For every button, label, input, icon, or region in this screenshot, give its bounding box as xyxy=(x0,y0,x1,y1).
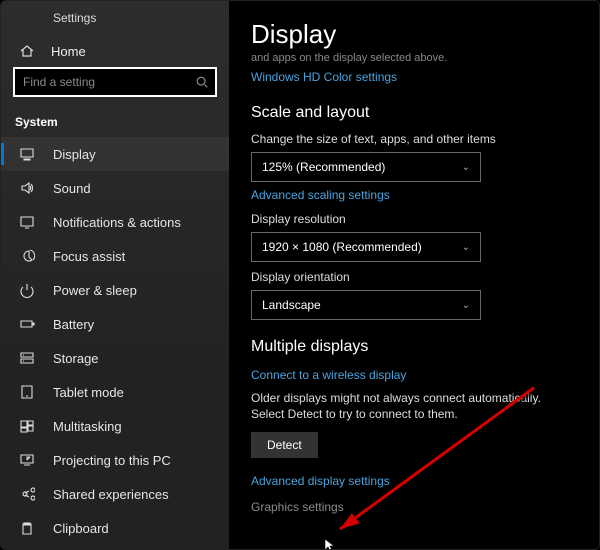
scale-section-header: Scale and layout xyxy=(251,104,577,122)
scale-value: 125% (Recommended) xyxy=(262,160,385,174)
advanced-scaling-link[interactable]: Advanced scaling settings xyxy=(251,188,390,202)
graphics-settings-link[interactable]: Graphics settings xyxy=(251,500,344,514)
chevron-down-icon: ⌄ xyxy=(462,300,470,311)
advanced-display-link[interactable]: Advanced display settings xyxy=(251,474,390,488)
search-icon xyxy=(195,75,209,89)
orientation-label: Display orientation xyxy=(251,270,577,284)
sidebar-item-shared[interactable]: Shared experiences xyxy=(1,477,229,511)
chevron-down-icon: ⌄ xyxy=(462,242,470,253)
sidebar-item-label: Multitasking xyxy=(53,419,122,434)
main-panel: Display and apps on the display selected… xyxy=(229,1,599,549)
sidebar-item-power[interactable]: Power & sleep xyxy=(1,273,229,307)
sidebar-item-label: Clipboard xyxy=(53,521,109,536)
sidebar-item-label: Power & sleep xyxy=(53,283,137,298)
hd-color-link[interactable]: Windows HD Color settings xyxy=(251,70,397,84)
multiple-displays-header: Multiple displays xyxy=(251,338,577,356)
sidebar-item-label: Notifications & actions xyxy=(53,215,181,230)
sidebar-item-label: Projecting to this PC xyxy=(53,453,171,468)
orientation-select[interactable]: Landscape ⌄ xyxy=(251,290,481,320)
detect-button[interactable]: Detect xyxy=(251,432,318,458)
sidebar-item-label: Battery xyxy=(53,317,94,332)
battery-icon xyxy=(19,316,35,332)
sidebar-item-notifications[interactable]: Notifications & actions xyxy=(1,205,229,239)
nav-list: Display Sound Notifications & actions Focus… xyxy=(1,137,229,545)
search-field[interactable] xyxy=(13,67,217,97)
projecting-icon xyxy=(19,452,35,468)
search-input[interactable] xyxy=(13,67,217,97)
orientation-value: Landscape xyxy=(262,298,321,312)
home-icon xyxy=(19,43,35,59)
sidebar-item-tablet[interactable]: Tablet mode xyxy=(1,375,229,409)
sidebar-item-label: Shared experiences xyxy=(53,487,169,502)
nav-section-label: System xyxy=(1,109,229,137)
sidebar: Settings Home System Display Sound Notific… xyxy=(1,1,229,549)
sound-icon xyxy=(19,180,35,196)
scale-select[interactable]: 125% (Recommended) ⌄ xyxy=(251,152,481,182)
display-icon xyxy=(19,146,35,162)
page-title: Display xyxy=(251,19,577,50)
sidebar-item-clipboard[interactable]: Clipboard xyxy=(1,511,229,545)
home-button[interactable]: Home xyxy=(1,35,229,67)
multitask-icon xyxy=(19,418,35,434)
sidebar-item-label: Storage xyxy=(53,351,99,366)
sidebar-item-battery[interactable]: Battery xyxy=(1,307,229,341)
sidebar-item-sound[interactable]: Sound xyxy=(1,171,229,205)
focus-icon xyxy=(19,248,35,264)
tablet-icon xyxy=(19,384,35,400)
sidebar-item-label: Display xyxy=(53,147,96,162)
residual-text: and apps on the display selected above. xyxy=(251,52,577,64)
chevron-down-icon: ⌄ xyxy=(462,162,470,173)
sidebar-item-focus[interactable]: Focus assist xyxy=(1,239,229,273)
sidebar-item-storage[interactable]: Storage xyxy=(1,341,229,375)
sidebar-item-projecting[interactable]: Projecting to this PC xyxy=(1,443,229,477)
sidebar-item-multitask[interactable]: Multitasking xyxy=(1,409,229,443)
sidebar-item-label: Focus assist xyxy=(53,249,125,264)
power-icon xyxy=(19,282,35,298)
home-label: Home xyxy=(51,44,86,59)
sidebar-item-label: Sound xyxy=(53,181,91,196)
notifications-icon xyxy=(19,214,35,230)
scale-label: Change the size of text, apps, and other… xyxy=(251,132,577,146)
shared-icon xyxy=(19,486,35,502)
resolution-value: 1920 × 1080 (Recommended) xyxy=(262,240,422,254)
app-title: Settings xyxy=(1,5,229,35)
sidebar-item-display[interactable]: Display xyxy=(1,137,229,171)
storage-icon xyxy=(19,350,35,366)
older-displays-text: Older displays might not always connect … xyxy=(251,390,577,422)
clipboard-icon xyxy=(19,520,35,536)
sidebar-item-label: Tablet mode xyxy=(53,385,124,400)
resolution-select[interactable]: 1920 × 1080 (Recommended) ⌄ xyxy=(251,232,481,262)
wireless-display-link[interactable]: Connect to a wireless display xyxy=(251,368,406,382)
resolution-label: Display resolution xyxy=(251,212,577,226)
